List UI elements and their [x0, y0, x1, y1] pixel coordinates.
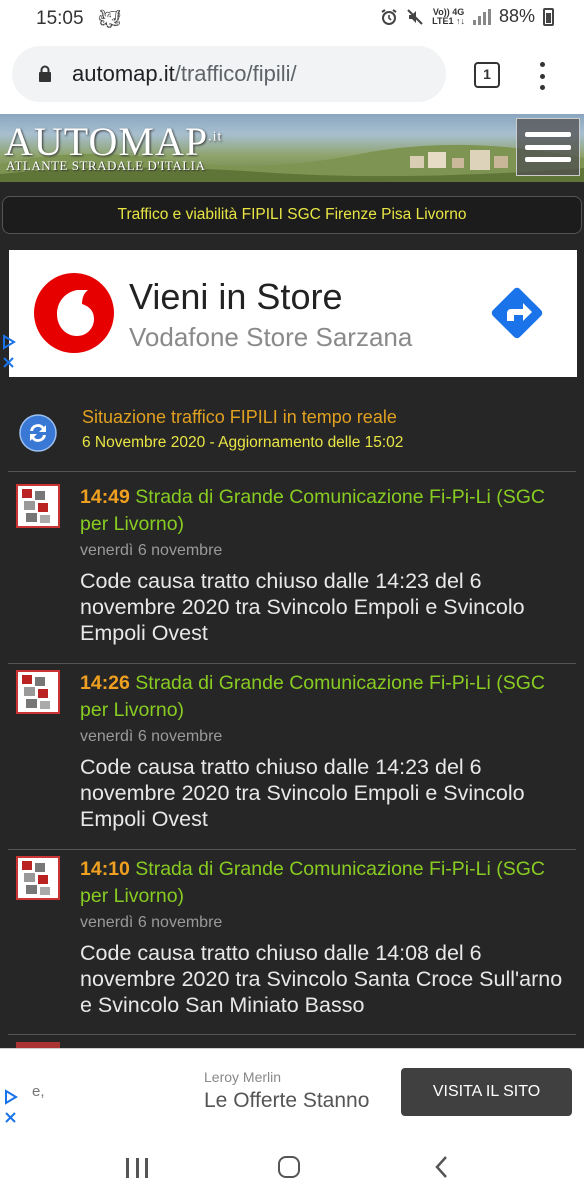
entry-day: venerdì 6 novembre: [80, 542, 223, 559]
traffic-update-date: 6 Novembre 2020 - Aggiornamento delle 15…: [82, 434, 404, 451]
status-time: 15:05: [36, 8, 84, 29]
entry-description: Code causa tratto chiuso dalle 14:08 del…: [80, 941, 563, 1017]
vodafone-logo-icon: [34, 273, 114, 353]
ad-title: Vieni in Store: [129, 276, 343, 317]
browser-toolbar: automap.it/traffico/fipili/ 1: [0, 38, 584, 114]
signal-icon: [472, 8, 491, 25]
ad-title: Le Offerte Stanno: [204, 1089, 370, 1112]
divider: [8, 849, 576, 850]
notification-octopus-icon: 🐙︎: [98, 9, 121, 29]
battery-percent: 88%: [498, 6, 535, 26]
tab-switcher-button[interactable]: 1: [474, 62, 500, 88]
divider: [8, 663, 576, 664]
adchoices-icon[interactable]: [0, 334, 18, 374]
status-bar: 15:05 🐙︎ Vo)) 4G LTE1 ↑↓ 88%: [0, 0, 584, 38]
site-tagline: ATLANTE STRADALE D'ITALIA: [6, 158, 206, 173]
entry-day: venerdì 6 novembre: [80, 914, 223, 931]
mute-icon: [407, 8, 423, 25]
home-icon[interactable]: [278, 1156, 300, 1178]
divider: [8, 471, 576, 472]
ad-text-fragment: e,: [32, 1083, 45, 1100]
ad-subtitle: Vodafone Store Sarzana: [129, 322, 413, 352]
entry-description: Code causa tratto chiuso dalle 14:23 del…: [80, 569, 525, 645]
entry-day: venerdì 6 novembre: [80, 728, 223, 745]
entry-heading: 14:26 Strada di Grande Comunicazione Fi-…: [80, 672, 545, 721]
entry-heading: 14:10 Strada di Grande Comunicazione Fi-…: [80, 858, 545, 907]
entry-description: Code causa tratto chiuso dalle 14:23 del…: [80, 755, 525, 831]
leroy-merlin-ad-banner[interactable]: e, Leroy Merlin Le Offerte Stanno VISITA…: [0, 1048, 584, 1132]
address-bar[interactable]: automap.it/traffico/fipili/: [12, 46, 446, 102]
back-icon[interactable]: [432, 1154, 452, 1180]
lock-icon: [39, 65, 51, 82]
ad-brand: Leroy Merlin: [204, 1069, 282, 1085]
traffic-heading[interactable]: Situazione traffico FIPILI in tempo real…: [82, 407, 397, 428]
visit-site-button[interactable]: VISITA IL SITO: [401, 1068, 572, 1116]
vodafone-ad-banner[interactable]: Vieni in Store Vodafone Store Sarzana: [3, 250, 577, 377]
traffic-jam-icon: [16, 670, 60, 714]
browser-menu-icon[interactable]: [538, 62, 546, 90]
network-indicator: Vo)) 4G LTE1 ↑↓: [432, 6, 465, 26]
directions-arrow-icon[interactable]: [485, 281, 549, 345]
entry-heading: 14:49 Strada di Grande Comunicazione Fi-…: [80, 486, 545, 535]
page-title: Traffico e viabilità FIPILI SGC Firenze …: [2, 196, 582, 234]
android-nav-bar: [0, 1132, 584, 1200]
site-header-banner: AUTOMAP.it ATLANTE STRADALE D'ITALIA: [0, 114, 584, 182]
traffic-jam-icon: [16, 484, 60, 528]
url-text[interactable]: automap.it/traffico/fipili/: [72, 61, 297, 87]
hamburger-menu-icon[interactable]: [516, 118, 580, 176]
battery-icon: [543, 7, 554, 26]
refresh-icon[interactable]: [19, 414, 57, 452]
alarm-icon: [381, 8, 397, 25]
traffic-jam-icon: [16, 856, 60, 900]
adchoices-icon[interactable]: [2, 1089, 20, 1129]
status-indicators: Vo)) 4G LTE1 ↑↓ 88%: [380, 6, 554, 27]
divider: [8, 1034, 576, 1035]
recent-apps-icon[interactable]: [126, 1158, 148, 1178]
